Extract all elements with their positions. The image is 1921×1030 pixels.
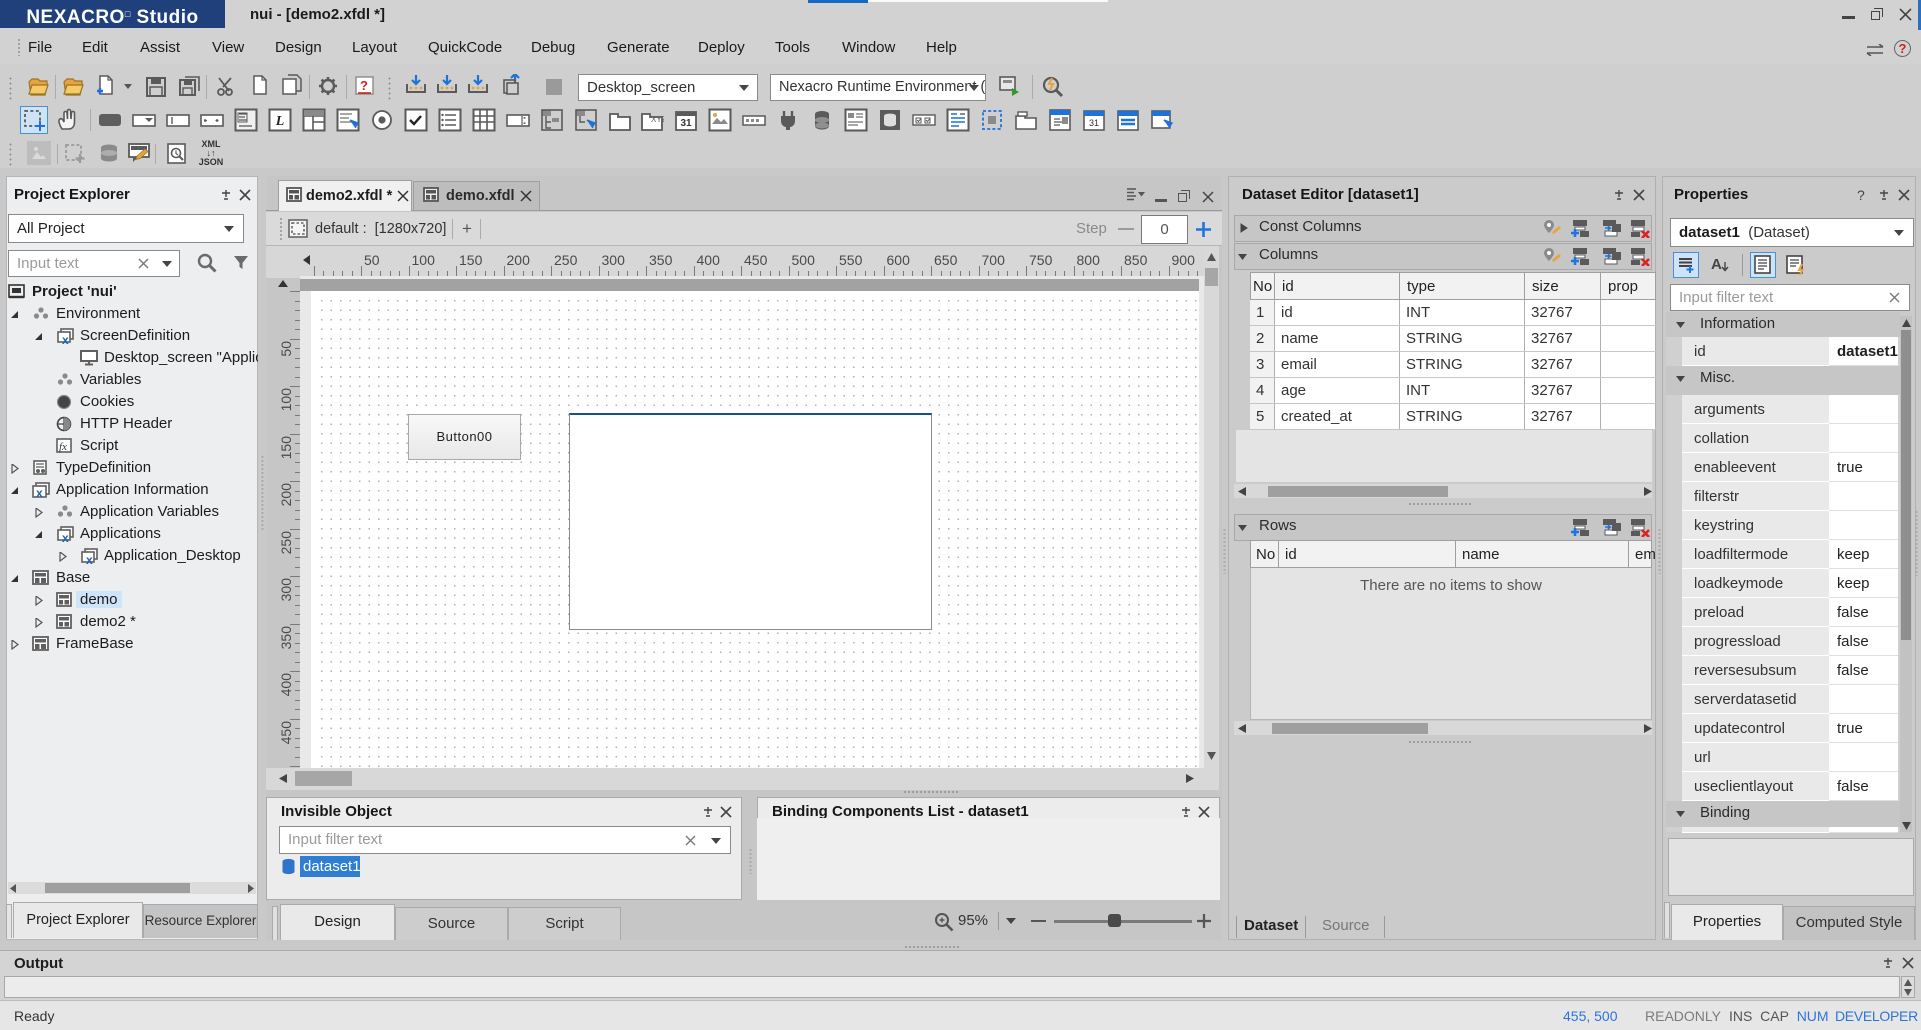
- svg-text:x: x: [36, 486, 43, 499]
- svg-text:A: A: [1711, 256, 1722, 273]
- svg-text:L: L: [275, 114, 285, 129]
- svg-text:31: 31: [1089, 118, 1099, 128]
- svg-text:?: ?: [360, 78, 368, 93]
- svg-text:x: x: [86, 553, 93, 565]
- svg-text:x: x: [62, 531, 69, 543]
- svg-text:x: x: [62, 333, 69, 345]
- svg-text:XYZ: XYZ: [651, 115, 664, 124]
- svg-text:31: 31: [680, 118, 692, 129]
- svg-text:fx: fx: [59, 441, 67, 453]
